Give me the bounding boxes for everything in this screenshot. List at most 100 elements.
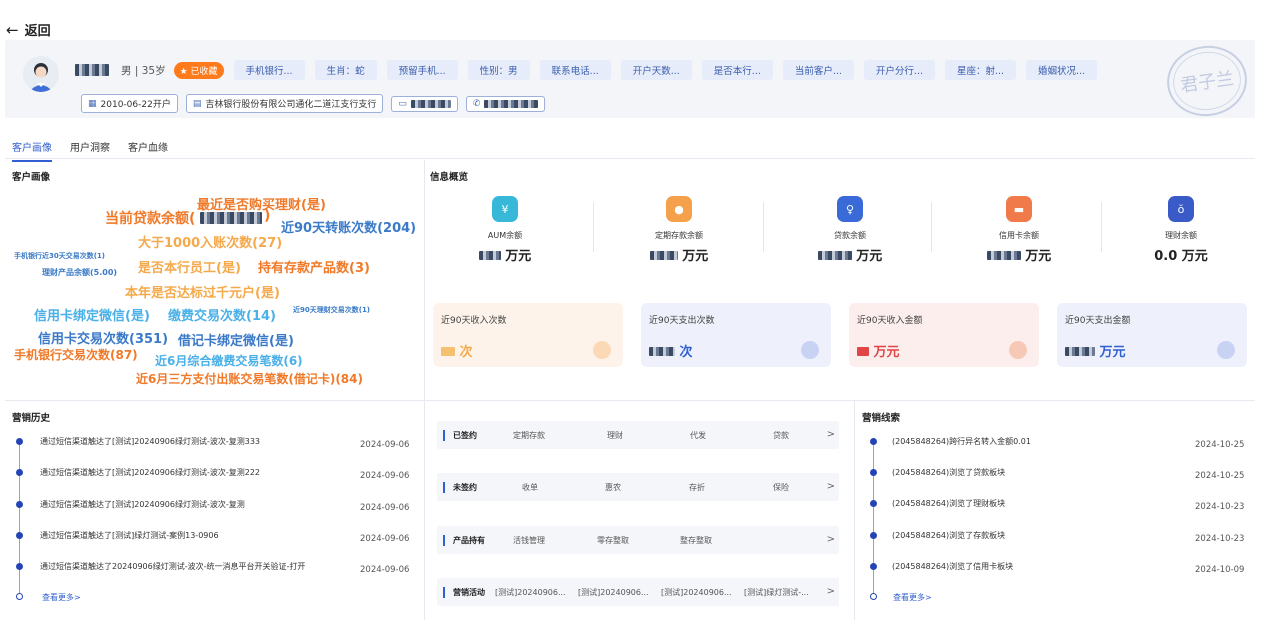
signed-products-row[interactable]: 已签约 定期存款 理财 代发 贷款 > <box>437 421 839 449</box>
metric-label: 信用卡余额 <box>999 231 1039 240</box>
chevron-right-icon[interactable]: > <box>827 534 835 545</box>
history-date: 2024-09-06 <box>360 565 410 575</box>
avatar <box>23 56 59 92</box>
customer-name-masked <box>75 64 109 76</box>
product-item: 存折 <box>689 483 705 492</box>
bullet-icon <box>870 532 877 539</box>
lead-item[interactable]: (2045848264)跨行异名转入金额0.01 <box>870 436 1190 448</box>
tag-open-branch[interactable]: 开户分行... <box>863 60 935 80</box>
history-item[interactable]: 通过短信渠道触达了[测试]绿灯测试-案例13-0906 <box>16 530 416 542</box>
back-button[interactable]: ← 返回 <box>6 20 51 40</box>
tag-is-employee[interactable]: 是否本行... <box>701 60 773 80</box>
product-item: 活钱管理 <box>513 536 545 545</box>
history-more-link[interactable]: 查看更多> <box>42 592 81 603</box>
card-expense-count: 近90天支出次数 次 <box>641 303 831 367</box>
tab-divider <box>5 158 1255 159</box>
product-item: [测试]20240906... <box>495 588 566 597</box>
lead-date: 2024-10-25 <box>1195 440 1245 450</box>
campaigns-row[interactable]: 营销活动 [测试]20240906... [测试]20240906... [测试… <box>437 578 839 606</box>
phone-chip: ✆ <box>465 95 546 112</box>
card-icon: ▬ <box>1006 196 1032 222</box>
row-label: 营销活动 <box>443 587 485 598</box>
history-item[interactable]: 通过短信渠道触达了[测试]20240906绿灯测试-波次-复测333 <box>16 436 416 448</box>
tag-contact-phone[interactable]: 联系电话... <box>539 60 611 80</box>
bullet-icon <box>870 438 877 445</box>
lead-item[interactable]: (2045848264)浏览了贷款板块 <box>870 467 1190 479</box>
product-item: 收单 <box>522 483 538 492</box>
lead-item[interactable]: (2045848264)浏览了信用卡板块 <box>870 561 1190 573</box>
metric-value: 万元 <box>775 245 925 264</box>
tag-gender[interactable]: 性别：男 <box>467 60 530 80</box>
tag-constellation[interactable]: 星座：射... <box>944 60 1017 80</box>
row-label: 未签约 <box>443 482 477 493</box>
chevron-right-icon[interactable]: > <box>827 429 835 440</box>
metric-label: AUM余额 <box>487 231 523 240</box>
phone-icon: ✆ <box>472 98 481 109</box>
word-tag: 本年是否达标过千元户(是) <box>125 286 280 301</box>
metric-value: 万元 <box>430 245 580 264</box>
history-item[interactable]: 通过短信渠道触达了20240906绿灯测试-波次-统一消息平台开关验证-打开 <box>16 561 416 573</box>
metric-value: 万元 <box>604 245 754 264</box>
phone-masked <box>484 99 539 108</box>
bank-icon: ▤ <box>192 98 202 109</box>
unsigned-products-row[interactable]: 未签约 收单 惠农 存折 保险 > <box>437 473 839 501</box>
history-item[interactable]: 通过短信渠道触达了[测试]20240906绿灯测试-波次-复测222 <box>16 467 416 479</box>
product-item: [测试]20240906... <box>578 588 649 597</box>
product-item: 保险 <box>773 483 789 492</box>
moneybag-icon: ŏ <box>1168 196 1194 222</box>
card-expense-amount: 近90天支出金额 万元 <box>1057 303 1247 367</box>
card-label: 近90天支出金额 <box>1065 316 1131 326</box>
metric-divider <box>763 202 764 252</box>
lead-item[interactable]: (2045848264)浏览了存款板块 <box>870 530 1190 542</box>
word-tag: 近6月综合缴费交易笔数(6) <box>155 354 303 368</box>
row-label: 产品持有 <box>443 535 485 546</box>
piggy-icon: ● <box>666 196 692 222</box>
back-label: 返回 <box>24 24 51 39</box>
bullet-icon <box>870 500 877 507</box>
tag-reserved-phone[interactable]: 预留手机... <box>386 60 458 80</box>
metric-divider <box>931 202 932 252</box>
bullet-icon <box>16 469 23 476</box>
open-date-chip: ▦ 2010-06-22开户 <box>81 94 178 113</box>
tag-open-days[interactable]: 开户天数... <box>620 60 692 80</box>
decor-dot <box>1217 341 1235 359</box>
tag-zodiac[interactable]: 生肖：蛇 <box>314 60 377 80</box>
arrow-left-icon: ← <box>6 20 19 39</box>
branch-name: 吉林银行股份有限公司通化二道江支行支行 <box>205 100 377 110</box>
profile-row: 男 | 35岁 ★ 已收藏 手机银行... 生肖：蛇 预留手机... 性别：男 … <box>75 60 1098 80</box>
lead-item[interactable]: (2045848264)浏览了理财板块 <box>870 498 1190 510</box>
word-masked-value <box>200 212 262 224</box>
word-tag: 最近是否购买理财(是) <box>197 198 326 213</box>
bullet-icon <box>16 563 23 570</box>
decor-dot <box>593 341 611 359</box>
tag-marital-status[interactable]: 婚姻状况... <box>1026 60 1098 80</box>
history-date: 2024-09-06 <box>360 440 410 450</box>
word-tag: 近6月三方支付出账交易笔数(借记卡)(84) <box>136 372 363 386</box>
word-tag: 缴费交易次数(14) <box>168 309 276 324</box>
word-tag: ) <box>264 208 271 224</box>
product-item: 代发 <box>690 431 706 440</box>
history-date: 2024-09-06 <box>360 503 410 513</box>
more-ring-icon <box>870 593 877 600</box>
tag-current-customer[interactable]: 当前客户... <box>782 60 854 80</box>
history-date: 2024-09-06 <box>360 471 410 481</box>
favorited-badge[interactable]: ★ 已收藏 <box>173 61 224 79</box>
product-item: 贷款 <box>773 431 789 440</box>
chevron-right-icon[interactable]: > <box>827 586 835 597</box>
history-item[interactable]: 通过短信渠道触达了[测试]20240906绿灯测试-波次-复测 <box>16 499 416 511</box>
calendar-icon: ▦ <box>88 98 97 109</box>
section-divider <box>5 400 1255 401</box>
lead-date: 2024-10-23 <box>1195 502 1245 512</box>
word-tag: 当前贷款余额( <box>105 211 196 227</box>
metric-label: 贷款余额 <box>834 231 866 240</box>
tag-mobile-bank[interactable]: 手机银行... <box>233 60 305 80</box>
history-date: 2024-09-06 <box>360 534 410 544</box>
chevron-right-icon[interactable]: > <box>827 481 835 492</box>
word-tag: 持有存款产品数(3) <box>258 261 370 276</box>
metric-time-deposit: ● 定期存款余额 万元 <box>604 196 754 264</box>
product-item: 整存整取 <box>680 536 712 545</box>
section-divider <box>424 160 425 400</box>
held-products-row[interactable]: 产品持有 活钱管理 零存整取 整存整取 > <box>437 526 839 554</box>
word-tag: 借记卡绑定微信(是) <box>178 334 294 349</box>
leads-more-link[interactable]: 查看更多> <box>893 592 932 603</box>
